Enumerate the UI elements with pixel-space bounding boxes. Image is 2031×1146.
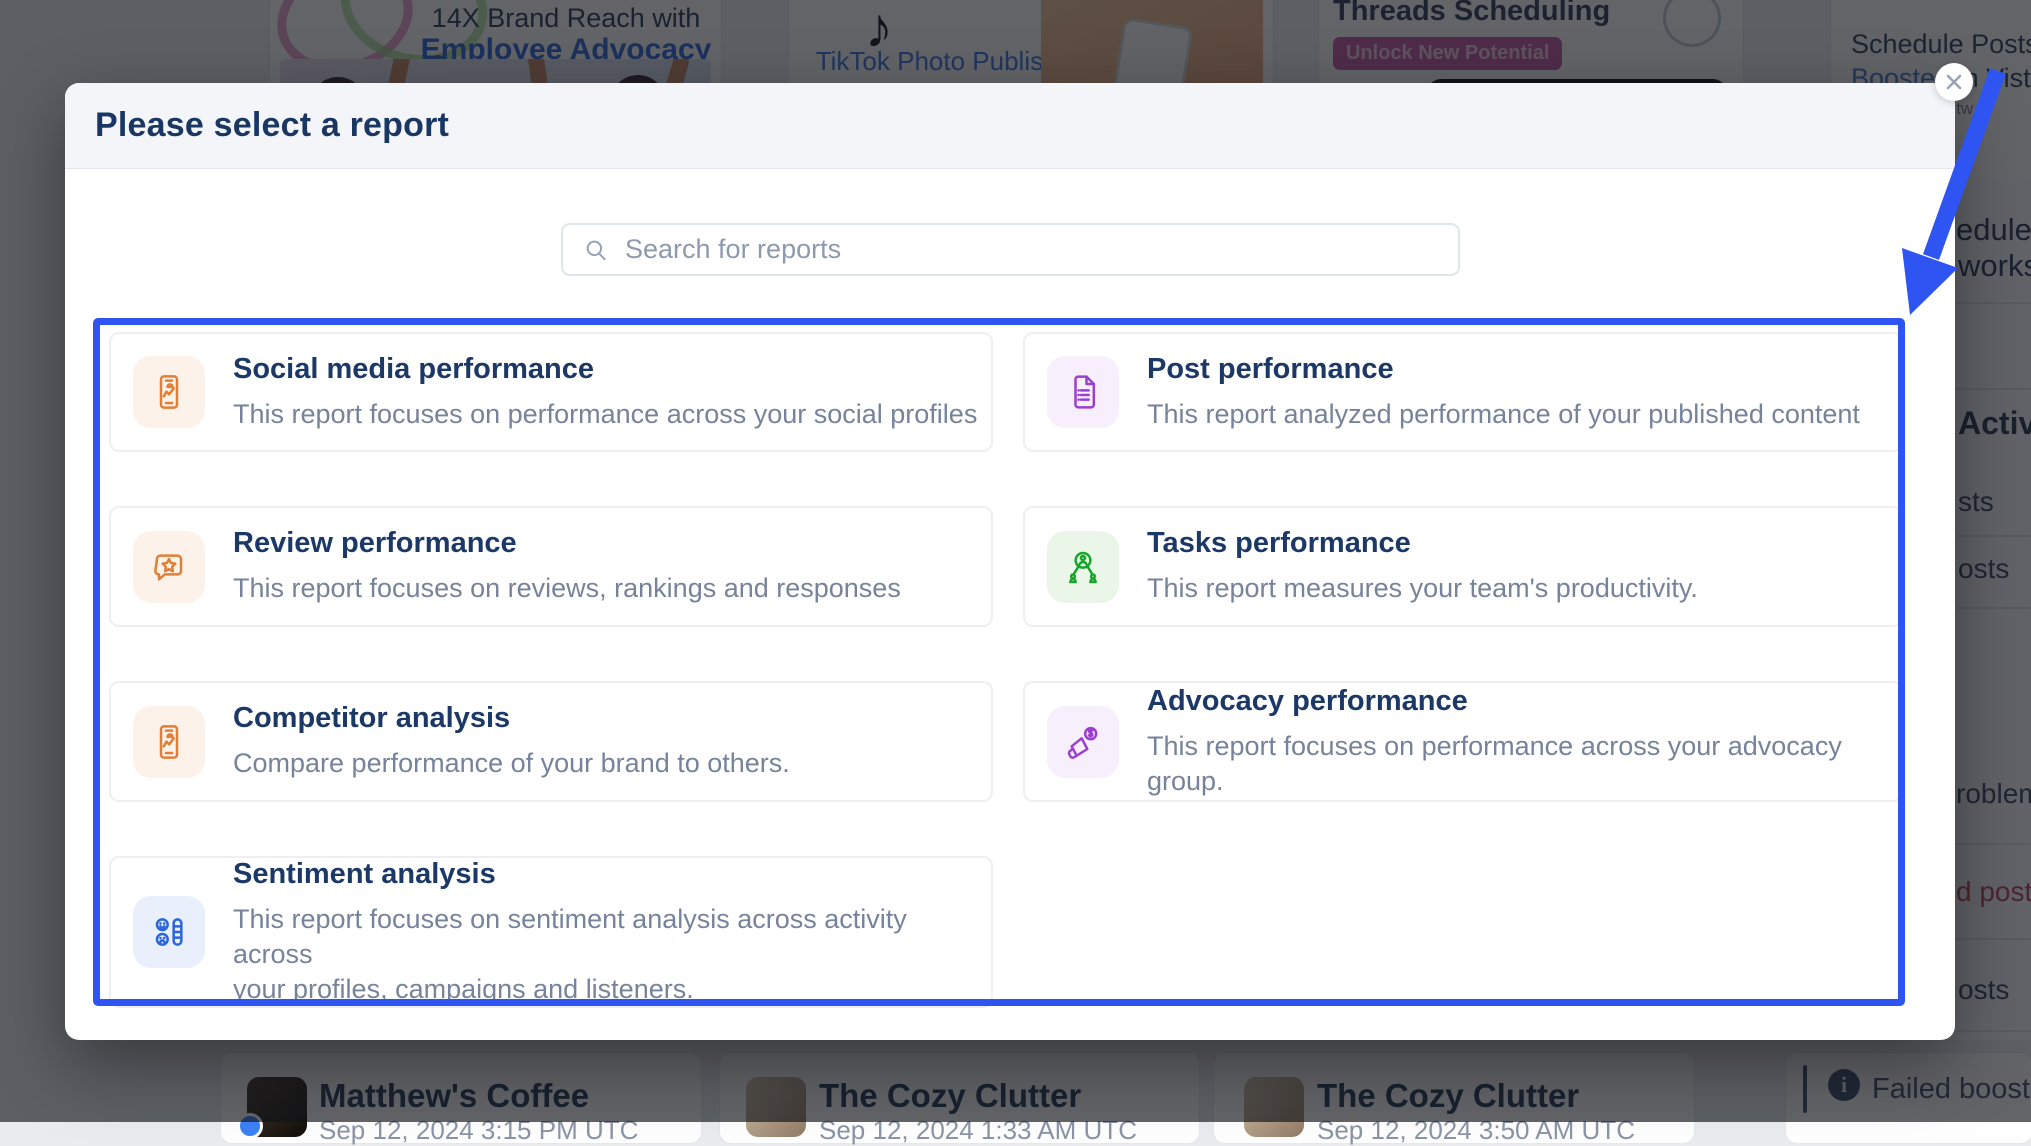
- report-title: Social media performance: [233, 353, 977, 386]
- close-button[interactable]: [1935, 63, 1973, 101]
- modal-header: Please select a report: [65, 83, 1955, 169]
- megaphone-dollar-icon: [1063, 722, 1103, 762]
- search-input[interactable]: [623, 233, 1444, 266]
- report-description: Compare performance of your brand to oth…: [233, 746, 790, 781]
- report-description: This report focuses on reviews, rankings…: [233, 571, 901, 606]
- review-star-bubble-icon: [149, 547, 189, 587]
- report-description: This report analyzed performance of your…: [1147, 397, 1860, 432]
- report-option-post-performance[interactable]: Post performance This report analyzed pe…: [1023, 332, 1903, 452]
- report-option-sentiment-analysis[interactable]: Sentiment analysis This report focuses o…: [109, 856, 993, 1008]
- report-title: Review performance: [233, 527, 901, 560]
- phone-chart-icon: [149, 722, 189, 762]
- report-description: This report focuses on performance acros…: [1147, 729, 1901, 799]
- modal-title: Please select a report: [95, 106, 449, 145]
- phone-chart-icon: [149, 372, 189, 412]
- document-icon: [1063, 372, 1103, 412]
- report-title: Tasks performance: [1147, 527, 1698, 560]
- report-description: This report focuses on sentiment analysi…: [233, 902, 991, 1007]
- team-icon: [1063, 547, 1103, 587]
- sentiment-faces-icon: [149, 912, 189, 952]
- report-icon-tile: [133, 356, 205, 428]
- report-option-social-media-performance[interactable]: Social media performance This report foc…: [109, 332, 993, 452]
- report-icon-tile: [133, 706, 205, 778]
- select-report-modal: Please select a report Social media perf…: [65, 83, 1955, 1040]
- report-option-competitor-analysis[interactable]: Competitor analysis Compare performance …: [109, 681, 993, 802]
- report-title: Advocacy performance: [1147, 685, 1901, 718]
- report-title: Post performance: [1147, 353, 1860, 386]
- report-description: This report focuses on performance acros…: [233, 397, 977, 432]
- report-title: Competitor analysis: [233, 702, 790, 735]
- report-option-advocacy-performance[interactable]: Advocacy performance This report focuses…: [1023, 681, 1903, 802]
- search-icon: [583, 237, 609, 263]
- report-icon-tile: [1047, 706, 1119, 778]
- report-search-box[interactable]: [561, 223, 1460, 276]
- report-option-review-performance[interactable]: Review performance This report focuses o…: [109, 506, 993, 627]
- report-description: This report measures your team's product…: [1147, 571, 1698, 606]
- close-icon: [1945, 73, 1963, 91]
- report-icon-tile: [133, 896, 205, 968]
- report-option-tasks-performance[interactable]: Tasks performance This report measures y…: [1023, 506, 1903, 627]
- report-icon-tile: [1047, 531, 1119, 603]
- report-icon-tile: [133, 531, 205, 603]
- report-title: Sentiment analysis: [233, 858, 991, 891]
- report-icon-tile: [1047, 356, 1119, 428]
